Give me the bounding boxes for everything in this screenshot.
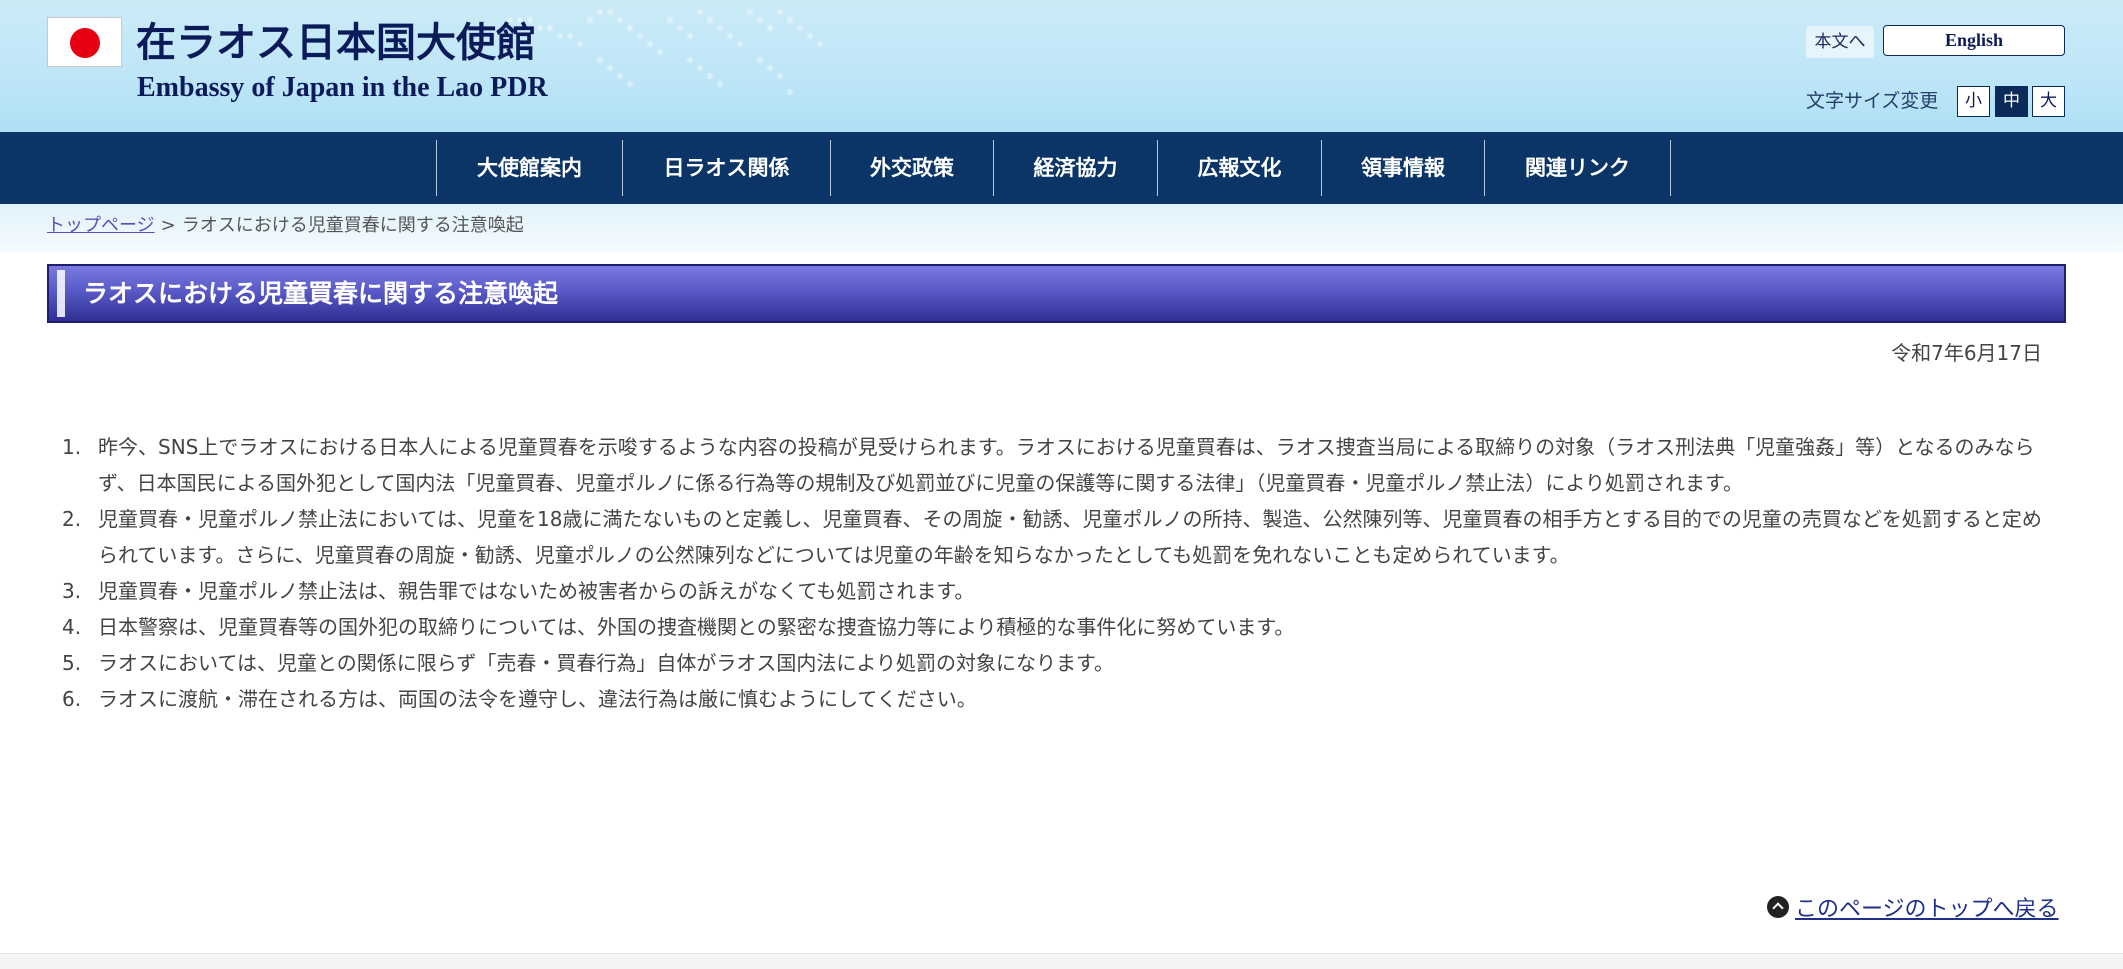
font-size-large-button[interactable]: 大: [2032, 86, 2065, 117]
breadcrumb: トップページ > ラオスにおける児童買春に関する注意喚起: [47, 213, 524, 239]
list-item-number: 2.: [62, 507, 82, 531]
list-item-text: 昨今、SNS上でラオスにおける日本人による児童買春を示唆するような内容の投稿が見…: [98, 435, 2035, 495]
chevron-up-circle-icon: [1767, 896, 1789, 918]
list-item-text: ラオスにおいては、児童との関係に限らず「売春・買春行為」自体がラオス国内法により…: [98, 651, 1114, 675]
english-button[interactable]: English: [1883, 25, 2065, 56]
list-item-text: ラオスに渡航・滞在される方は、両国の法令を遵守し、違法行為は厳に慎むようにしてく…: [98, 687, 977, 711]
site-title-japanese[interactable]: 在ラオス日本国大使館: [136, 18, 536, 68]
list-item-number: 6.: [62, 687, 82, 711]
flag-sun: [70, 28, 100, 58]
nav-item-related-links[interactable]: 関連リンク: [1484, 140, 1671, 196]
back-to-top-link[interactable]: このページのトップへ戻る: [1767, 891, 2059, 923]
global-nav-items: 大使館案内 日ラオス関係 外交政策 経済協力 広報文化 領事情報 関連リンク: [436, 140, 1671, 196]
nav-item-public-relations-culture[interactable]: 広報文化: [1157, 140, 1321, 196]
notice-list: 1. 昨今、SNS上でラオスにおける日本人による児童買春を示唆するような内容の投…: [62, 429, 2052, 717]
global-nav: 大使館案内 日ラオス関係 外交政策 経済協力 広報文化 領事情報 関連リンク: [0, 132, 2123, 204]
list-item-number: 5.: [62, 651, 82, 675]
japan-flag-logo[interactable]: [47, 17, 122, 67]
list-item: 1. 昨今、SNS上でラオスにおける日本人による児童買春を示唆するような内容の投…: [62, 429, 2052, 501]
list-item-number: 3.: [62, 579, 82, 603]
site-header: 在ラオス日本国大使館 Embassy of Japan in the Lao P…: [0, 0, 2123, 132]
list-item: 2. 児童買春・児童ポルノ禁止法においては、児童を18歳に満たないものと定義し、…: [62, 501, 2052, 573]
site-title-english[interactable]: Embassy of Japan in the Lao PDR: [137, 70, 548, 106]
heading-accent: [57, 270, 65, 317]
list-item: 3. 児童買春・児童ポルノ禁止法は、親告罪ではないため被害者からの訴えがなくても…: [62, 573, 2052, 609]
breadcrumb-current: ラオスにおける児童買春に関する注意喚起: [181, 215, 524, 236]
back-to-top-label[interactable]: このページのトップへ戻る: [1795, 891, 2059, 923]
breadcrumb-separator: >: [160, 215, 176, 236]
list-item: 4. 日本警察は、児童買春等の国外犯の取締りについては、外国の捜査機関との緊密な…: [62, 609, 2052, 645]
page-heading-bar: ラオスにおける児童買春に関する注意喚起: [47, 264, 2066, 323]
font-size-medium-button[interactable]: 中: [1995, 86, 2028, 117]
nav-item-consular-info[interactable]: 領事情報: [1321, 140, 1484, 196]
list-item-text: 日本警察は、児童買春等の国外犯の取締りについては、外国の捜査機関との緊密な捜査協…: [98, 615, 1295, 639]
publish-date: 令和7年6月17日: [1891, 341, 2042, 365]
list-item-text: 児童買春・児童ポルノ禁止法においては、児童を18歳に満たないものと定義し、児童買…: [98, 507, 2042, 567]
nav-item-embassy-info[interactable]: 大使館案内: [436, 140, 622, 196]
font-size-small-button[interactable]: 小: [1957, 86, 1990, 117]
skip-to-content-link[interactable]: 本文へ: [1806, 26, 1874, 58]
list-item-text: 児童買春・児童ポルノ禁止法は、親告罪ではないため被害者からの訴えがなくても処罰さ…: [98, 579, 975, 603]
list-item-number: 4.: [62, 615, 82, 639]
breadcrumb-home-link[interactable]: トップページ: [47, 215, 155, 236]
list-item: 5. ラオスにおいては、児童との関係に限らず「売春・買春行為」自体がラオス国内法…: [62, 645, 2052, 681]
nav-item-economic-cooperation[interactable]: 経済協力: [993, 140, 1157, 196]
nav-item-japan-laos-relations[interactable]: 日ラオス関係: [622, 140, 830, 196]
font-size-label: 文字サイズ変更: [1806, 90, 1939, 112]
list-item-number: 1.: [62, 435, 82, 459]
nav-item-diplomatic-policy[interactable]: 外交政策: [830, 140, 993, 196]
page-title: ラオスにおける児童買春に関する注意喚起: [83, 279, 559, 308]
footer-divider: [0, 953, 2123, 969]
list-item: 6. ラオスに渡航・滞在される方は、両国の法令を遵守し、違法行為は厳に慎むように…: [62, 681, 2052, 717]
